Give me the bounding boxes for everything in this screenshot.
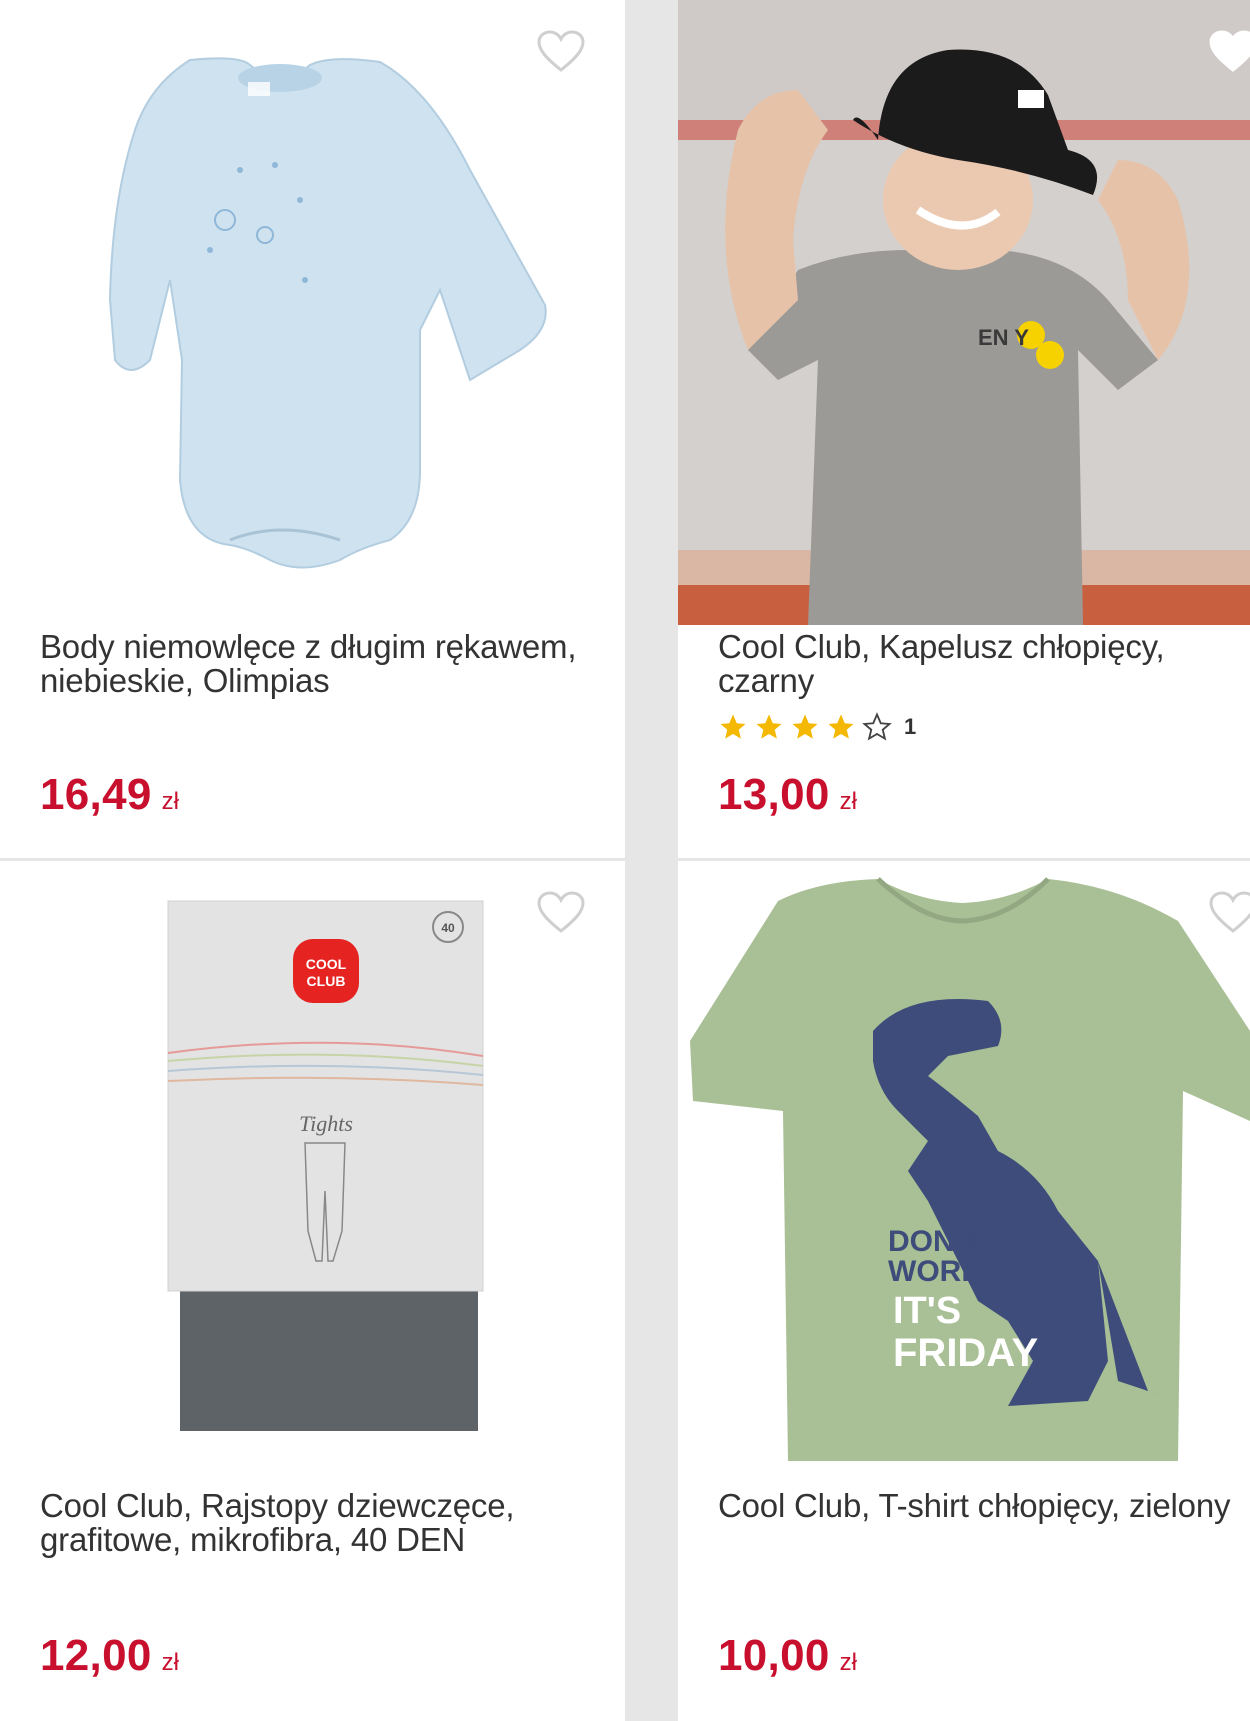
rating-stars: 1 — [718, 712, 916, 742]
product-card[interactable]: Body niemowlęce z długim rękawem, niebie… — [0, 0, 625, 858]
package-label: Tights — [299, 1111, 353, 1136]
product-grid: Body niemowlęce z długim rękawem, niebie… — [0, 0, 1250, 1721]
product-image-tshirt[interactable]: DON'T WORRY IT'S FRIDAY — [678, 861, 1250, 1486]
package-brand-2: CLUB — [307, 973, 346, 989]
heart-outline-icon[interactable] — [1208, 891, 1250, 935]
product-price: 13,00 zł — [718, 770, 857, 820]
product-title[interactable]: Cool Club, T-shirt chłopięcy, zielony — [718, 1489, 1240, 1523]
product-image-bodysuit[interactable] — [0, 0, 625, 625]
heart-outline-icon[interactable] — [536, 30, 586, 74]
product-price: 16,49 zł — [40, 770, 179, 820]
star-filled-icon — [756, 714, 782, 739]
product-card[interactable]: EN Y Cool Club, Kapelusz chłopięcy, czar… — [678, 0, 1250, 858]
price-currency: zł — [839, 788, 857, 815]
package-den: 40 — [441, 921, 455, 935]
star-filled-icon — [720, 714, 746, 739]
product-image-tights[interactable]: COOL CLUB 40 Tights — [0, 861, 625, 1486]
product-price: 12,00 zł — [40, 1631, 179, 1681]
price-value: 12,00 — [40, 1631, 152, 1680]
price-currency: zł — [839, 1649, 857, 1676]
shirt-print-2: WORRY — [888, 1255, 1002, 1288]
price-value: 13,00 — [718, 770, 830, 819]
package-brand-1: COOL — [306, 956, 347, 972]
product-title[interactable]: Cool Club, Rajstopy dziewczęce, grafitow… — [40, 1489, 615, 1557]
price-currency: zł — [161, 788, 179, 815]
heart-outline-icon[interactable] — [1208, 30, 1250, 74]
product-title[interactable]: Cool Club, Kapelusz chłopięcy, czarny — [718, 630, 1240, 698]
product-card[interactable]: COOL CLUB 40 Tights Cool Club, Rajstopy … — [0, 861, 625, 1721]
heart-outline-icon[interactable] — [536, 891, 586, 935]
product-price: 10,00 zł — [718, 1631, 857, 1681]
shirt-print-3: IT'S — [893, 1290, 961, 1332]
rating-count: 1 — [904, 714, 917, 739]
product-image-hat[interactable]: EN Y — [678, 0, 1250, 625]
product-title[interactable]: Body niemowlęce z długim rękawem, niebie… — [40, 630, 615, 698]
product-card[interactable]: DON'T WORRY IT'S FRIDAY Cool Club, T-shi… — [678, 861, 1250, 1721]
price-value: 10,00 — [718, 1631, 830, 1680]
price-currency: zł — [161, 1649, 179, 1676]
svg-text:EN Y: EN Y — [978, 325, 1029, 350]
shirt-print-1: DON'T — [888, 1225, 980, 1258]
star-outline-icon — [862, 712, 892, 741]
star-filled-icon — [828, 714, 854, 739]
star-filled-icon — [792, 714, 818, 739]
price-value: 16,49 — [40, 770, 152, 819]
shirt-print-4: FRIDAY — [893, 1331, 1039, 1375]
